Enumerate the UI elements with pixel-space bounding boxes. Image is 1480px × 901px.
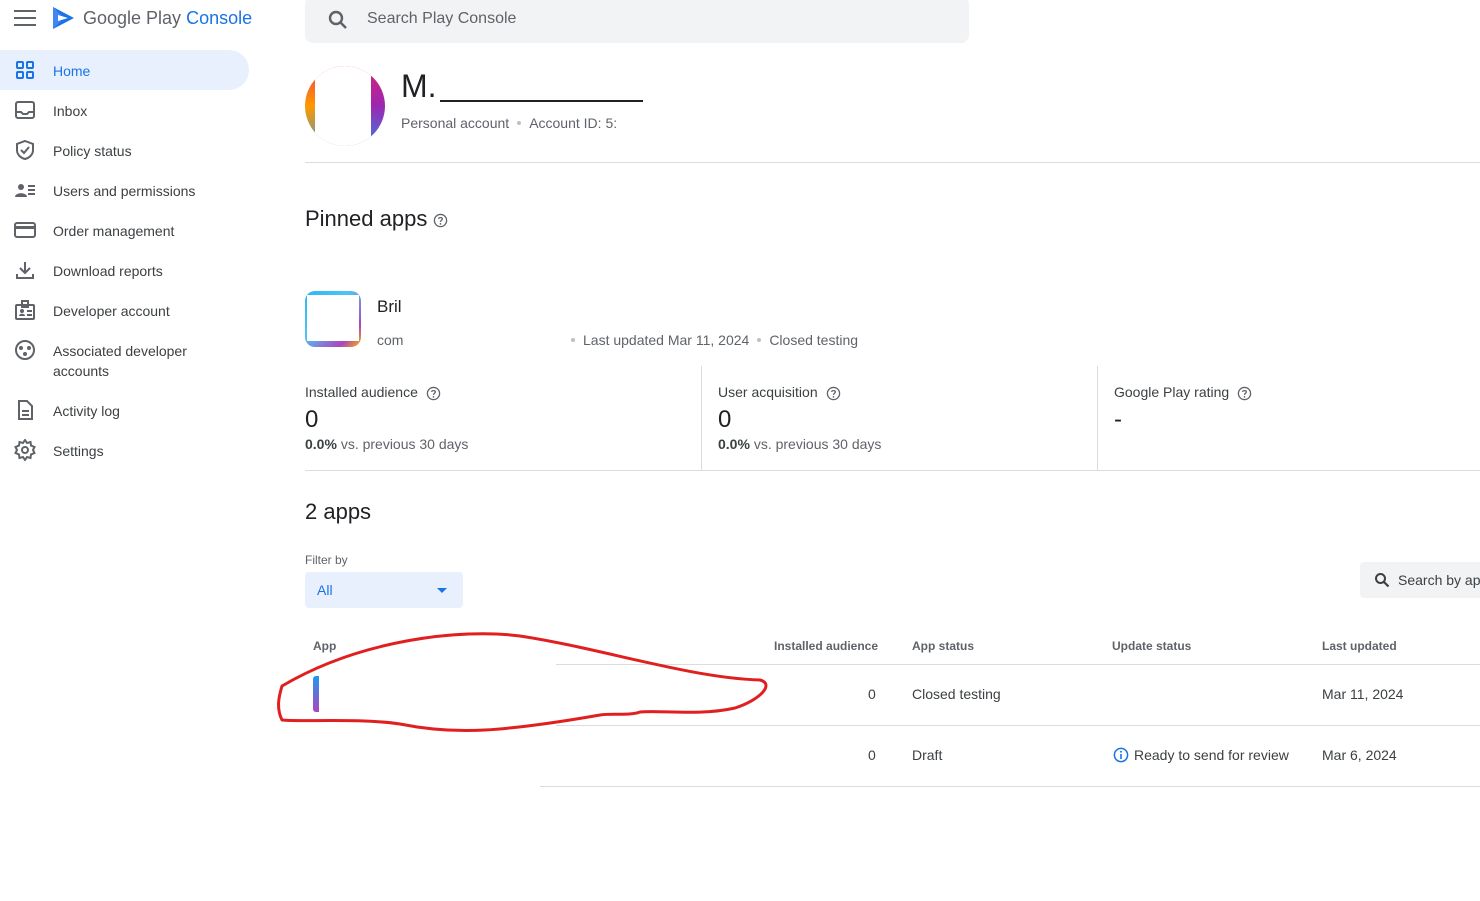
stat-play-rating: Google Play rating - [1114,366,1480,470]
badge-icon [15,300,35,320]
account-type: Personal account [401,115,510,131]
app-search-input[interactable]: Search by ap [1360,562,1480,598]
pinned-app-name[interactable]: Bril [377,297,402,317]
row-installed: 0 [868,747,876,763]
divider [305,162,1480,163]
stat-value: - [1114,406,1122,433]
stat-label: User acquisition [718,384,841,401]
brand-title[interactable]: Google Play Console [83,8,252,29]
column-header-app[interactable]: App [313,639,336,653]
column-header-last-updated[interactable]: Last updated [1322,639,1397,653]
help-icon[interactable] [426,386,441,401]
help-icon[interactable] [1237,386,1252,401]
sidebar-item-label: Home [53,63,91,79]
account-id: Account ID: 5: [529,115,618,131]
redaction-line [440,100,643,102]
stat-label: Installed audience [305,384,441,401]
sidebar-item-label: Policy status [53,143,132,159]
pinned-app-last-updated: Last updated Mar 11, 2024 [583,332,750,348]
filter-dropdown[interactable]: All [305,572,463,608]
menu-icon[interactable] [14,10,36,28]
sidebar-item-label: Developer account [53,303,170,319]
account-avatar[interactable] [305,66,385,146]
pinned-apps-title: Pinned apps [305,206,428,231]
column-header-app-status[interactable]: App status [912,639,974,653]
stat-label: Google Play rating [1114,384,1252,401]
sidebar-item-label: Download reports [53,263,163,279]
sidebar-item-policy-status[interactable]: Policy status [0,130,260,170]
grid-icon [16,61,34,79]
help-icon[interactable] [826,386,841,401]
search-icon [328,10,347,29]
sidebar-item-label: Users and permissions [53,183,196,199]
play-console-logo [53,7,74,29]
app-search-placeholder: Search by ap [1398,572,1480,588]
sidebar-item-label: Associated developer accounts [53,343,187,379]
sidebar-item-order-management[interactable]: Order management [0,210,260,250]
pinned-app-status: Closed testing [769,332,859,348]
pinned-app-meta: Last updated Mar 11, 2024 Closed testing [563,332,858,348]
divider [556,664,1480,665]
app-icon[interactable] [313,676,319,712]
pinned-app-package: com [377,332,404,348]
stat-value: 0 [718,406,732,433]
sidebar-item-home[interactable]: Home [0,50,249,90]
divider [305,470,1480,471]
sidebar-item-label: Order management [53,223,175,239]
divider [1097,366,1098,470]
sidebar-item-label: Activity log [53,403,120,419]
sidebar-item-activity-log[interactable]: Activity log [0,390,260,430]
sidebar-nav: Home Inbox Policy status Users and permi… [0,50,260,470]
users-icon [15,184,35,197]
brand-accent: Console [186,8,253,28]
linked-accounts-icon [15,340,35,360]
gear-icon [14,439,36,461]
document-icon [18,400,33,420]
stat-change: 0.0% vs. previous 30 days [305,436,469,452]
column-header-update-status[interactable]: Update status [1112,639,1191,653]
help-icon[interactable] [433,213,448,228]
row-status: Closed testing [912,686,1001,702]
row-status: Draft [912,747,943,763]
apps-count-heading: 2 apps [305,499,372,524]
sidebar-item-download-reports[interactable]: Download reports [0,250,260,290]
search-placeholder: Search Play Console [367,10,517,27]
filter-value: All [317,582,333,598]
divider [540,786,1480,787]
column-header-installed-audience[interactable]: Installed audience [774,639,878,653]
sidebar-item-label: Settings [53,443,104,459]
credit-card-icon [14,222,36,238]
account-meta: Personal account Account ID: 5: [401,115,617,131]
account-name: M. [401,68,437,104]
chevron-down-icon [437,588,447,593]
row-last-updated: Mar 6, 2024 [1322,747,1397,763]
divider [701,366,702,470]
search-icon [1375,573,1390,588]
stat-user-acquisition: User acquisition 0 0.0% vs. previous 30 … [718,366,1098,470]
sidebar-item-inbox[interactable]: Inbox [0,90,260,130]
inbox-icon [15,101,35,119]
pinned-app-icon[interactable] [305,291,361,347]
filter-label: Filter by [305,553,348,567]
row-installed: 0 [868,686,876,702]
row-last-updated: Mar 11, 2024 [1322,686,1404,702]
brand-name: Google Play [83,8,182,28]
sidebar-item-developer-account[interactable]: Developer account [0,290,260,330]
stat-value: 0 [305,406,319,433]
sidebar-item-label: Inbox [53,103,88,119]
row-update-status: Ready to send for review [1113,747,1289,763]
sidebar-item-associated-accounts[interactable]: Associated developer accounts [0,330,260,390]
stat-installed-audience: Installed audience 0 0.0% vs. previous 3… [305,366,701,470]
info-icon [1113,747,1129,763]
sidebar-item-settings[interactable]: Settings [0,430,260,470]
stat-change: 0.0% vs. previous 30 days [718,436,882,452]
search-input[interactable]: Search Play Console [305,0,969,43]
shield-icon [16,139,34,161]
pinned-apps-heading: Pinned apps [305,206,448,232]
sidebar-item-users[interactable]: Users and permissions [0,170,260,210]
app-header: Google Play Console [0,0,260,38]
divider [556,725,1480,726]
download-icon [16,262,34,279]
